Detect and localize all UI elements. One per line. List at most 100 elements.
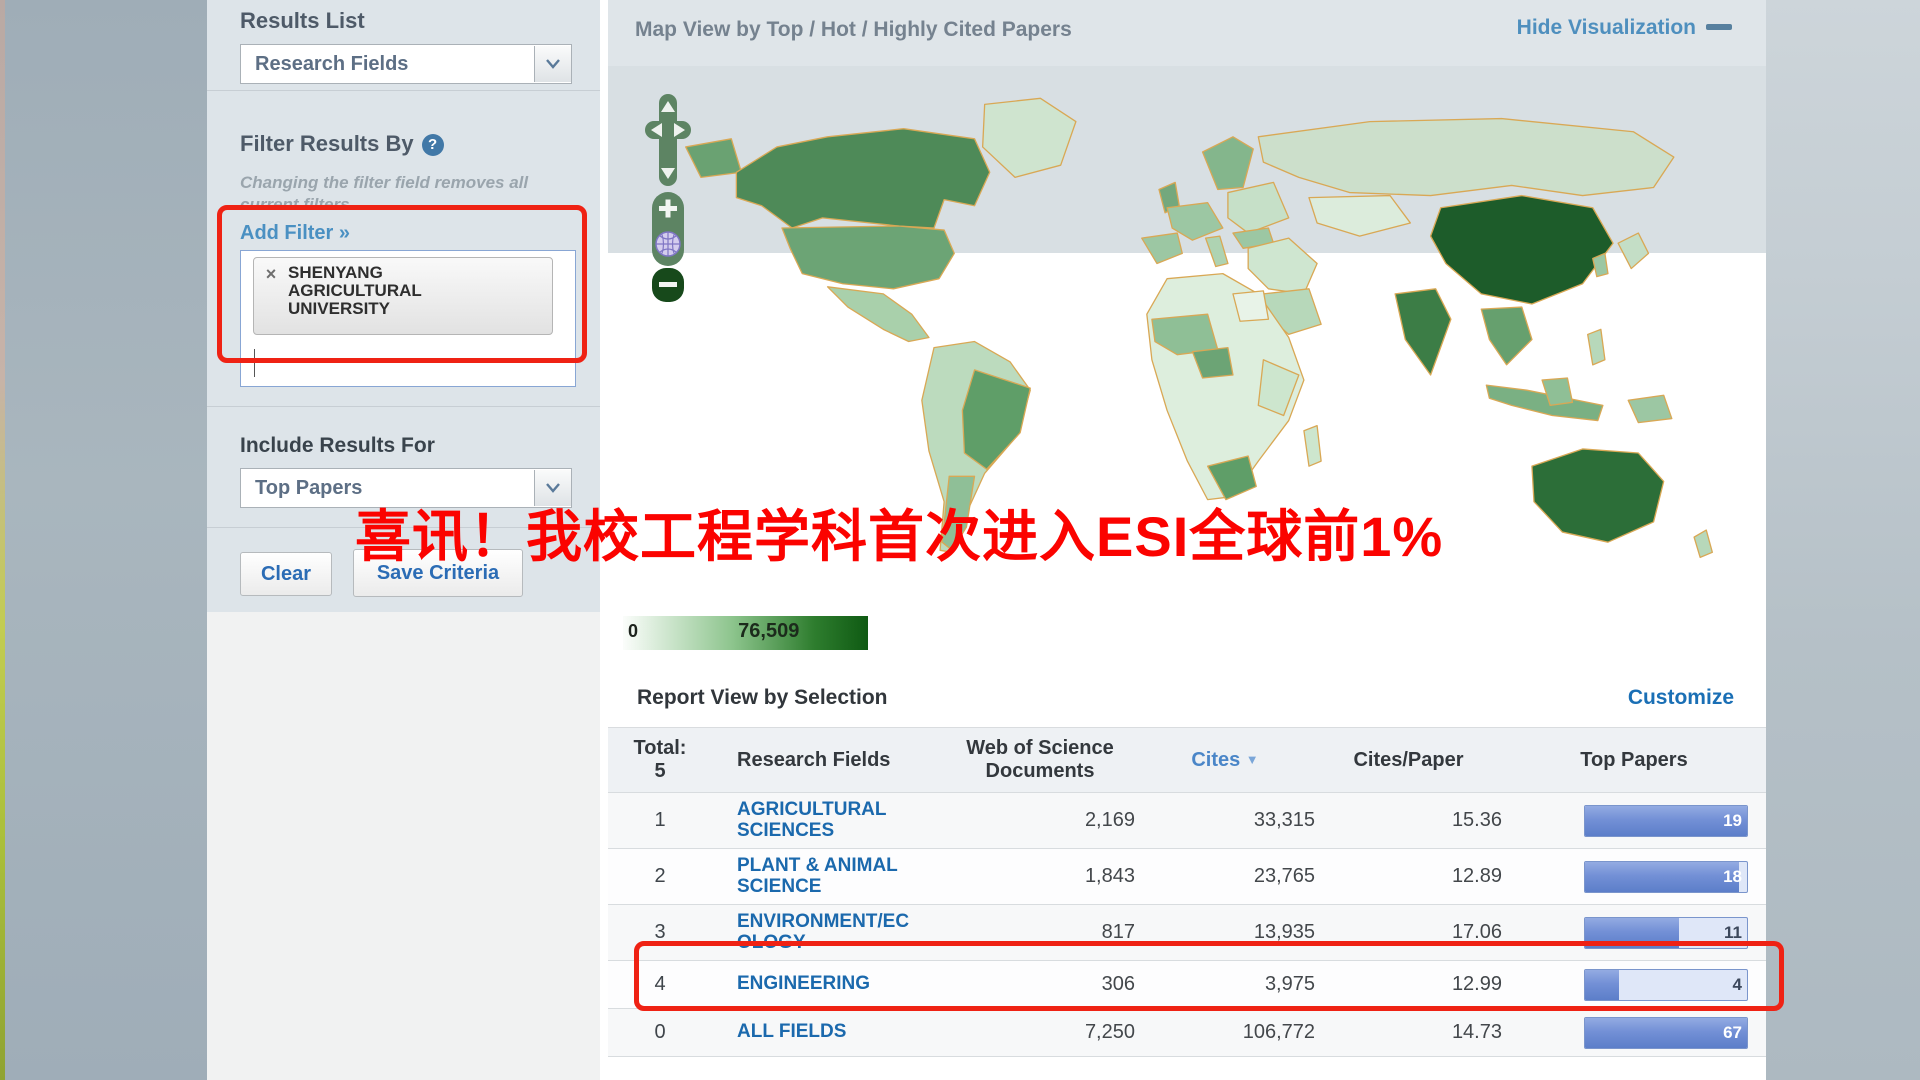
table-row: 0 ALL FIELDS 7,250 106,772 14.73 67 [608,1009,1766,1057]
wos-docs-value: 1,843 [945,865,1135,888]
bar-fill [1585,970,1619,1000]
filter-chip: × SHENYANG AGRICULTURAL UNIVERSITY [253,257,553,335]
report-view-title: Report View by Selection [637,686,888,710]
top-papers-value: 67 [1723,1023,1742,1043]
wos-docs-value: 7,250 [945,1021,1135,1044]
field-link[interactable]: PLANT & ANIMAL SCIENCE [737,856,912,898]
text-cursor [254,349,255,377]
top-papers-value: 19 [1723,811,1742,831]
results-list-dropdown[interactable]: Research Fields [240,44,572,84]
filter-results-title: Filter Results By? [240,131,444,157]
top-papers-value: 4 [1733,975,1742,995]
save-criteria-button[interactable]: Save Criteria [353,549,523,597]
col-header-research-fields: Research Fields [712,749,945,772]
hide-visualization-label: Hide Visualization [1517,16,1696,39]
zoom-out-icon [659,282,677,287]
cites-value: 13,935 [1135,921,1315,944]
hide-visualization-link[interactable]: Hide Visualization [1517,16,1732,40]
bar-fill [1585,918,1679,948]
cites-value: 33,315 [1135,809,1315,832]
row-rank: 0 [608,1021,712,1044]
include-results-title: Include Results For [240,434,435,458]
top-papers-bar: 19 [1584,805,1748,837]
map-header-bar: Map View by Top / Hot / Highly Cited Pap… [608,0,1766,66]
sort-desc-icon: ▼ [1246,752,1259,767]
field-link[interactable]: ENVIRONMENT/ECOLOGY [737,912,912,954]
customize-link[interactable]: Customize [1628,686,1734,710]
total-value: 5 [608,760,712,783]
wos-docs-value: 2,169 [945,809,1135,832]
total-label: Total: [608,737,712,760]
world-choropleth-map[interactable] [640,76,1755,603]
top-papers-bar: 18 [1584,861,1748,893]
add-filter-link[interactable]: Add Filter » [240,222,350,245]
cites-per-paper-value: 17.06 [1315,921,1502,944]
divider [207,527,600,528]
cites-value: 3,975 [1135,973,1315,996]
help-icon[interactable]: ? [422,134,444,156]
desktop-background-left [0,0,207,1080]
top-papers-value: 18 [1723,867,1742,887]
field-link[interactable]: ENGINEERING [737,974,870,995]
filter-chip-label: SHENYANG AGRICULTURAL UNIVERSITY [288,264,518,318]
row-rank: 2 [608,865,712,888]
cites-label: Cites [1191,749,1240,771]
top-papers-bar: 67 [1584,1017,1748,1049]
filter-input-box[interactable]: × SHENYANG AGRICULTURAL UNIVERSITY [240,250,576,387]
field-link[interactable]: ALL FIELDS [737,1022,846,1043]
cites-per-paper-value: 14.73 [1315,1021,1502,1044]
legend-max-label: 76,509 [738,620,799,643]
field-link[interactable]: AGRICULTURAL SCIENCES [737,800,912,842]
col-header-wos-documents: Web of Science Documents [945,737,1135,783]
divider [207,90,600,91]
include-results-dropdown[interactable]: Top Papers [240,468,572,508]
minus-icon [1706,24,1732,30]
map-pan-control[interactable] [645,94,691,186]
divider [207,406,600,407]
report-table: Total: 5 Research Fields Web of Science … [608,728,1766,1057]
cites-per-paper-value: 12.99 [1315,973,1502,996]
desktop-background-right [1766,0,1920,1080]
table-row: 1 AGRICULTURAL SCIENCES 2,169 33,315 15.… [608,793,1766,849]
report-header-bar: Report View by Selection Customize [608,672,1766,728]
zoom-in-icon [666,200,671,218]
remove-filter-icon[interactable]: × [254,264,288,284]
cites-value: 106,772 [1135,1021,1315,1044]
col-header-cites-per-paper: Cites/Paper [1315,749,1502,772]
filter-results-title-text: Filter Results By [240,131,414,156]
include-results-dropdown-value: Top Papers [241,477,534,500]
table-row-engineering: 4 ENGINEERING 306 3,975 12.99 4 [608,961,1766,1009]
col-header-cites[interactable]: Cites ▼ [1135,749,1315,772]
row-rank: 4 [608,973,712,996]
map-zoom-control[interactable] [651,192,685,302]
chevron-down-icon[interactable] [534,46,571,82]
results-list-title: Results List [240,8,365,34]
filter-note: Changing the filter field removes all cu… [240,172,540,216]
col-header-top-papers: Top Papers [1502,749,1766,772]
table-row: 3 ENVIRONMENT/ECOLOGY 817 13,935 17.06 1… [608,905,1766,961]
top-papers-bar: 11 [1584,917,1748,949]
map-visualization [608,66,1766,612]
legend-min-label: 0 [628,621,638,642]
table-header-row: Total: 5 Research Fields Web of Science … [608,728,1766,793]
cites-per-paper-value: 15.36 [1315,809,1502,832]
map-view-title: Map View by Top / Hot / Highly Cited Pap… [635,18,1072,42]
sidebar: Results List Research Fields Filter Resu… [207,0,600,1080]
wos-docs-value: 306 [945,973,1135,996]
esi-app-screen: Results List Research Fields Filter Resu… [0,0,1920,1080]
chevron-down-icon[interactable] [534,470,571,506]
clear-button[interactable]: Clear [240,552,332,596]
desktop-edge-sliver [0,0,5,1080]
wos-docs-value: 817 [945,921,1135,944]
top-papers-bar: 4 [1584,969,1748,1001]
row-rank: 1 [608,809,712,832]
top-papers-value: 11 [1724,923,1742,943]
table-row: 2 PLANT & ANIMAL SCIENCE 1,843 23,765 12… [608,849,1766,905]
bar-fill [1585,862,1739,892]
results-list-dropdown-value: Research Fields [241,53,534,76]
cites-value: 23,765 [1135,865,1315,888]
total-count: Total: 5 [608,737,712,783]
row-rank: 3 [608,921,712,944]
cites-per-paper-value: 12.89 [1315,865,1502,888]
panel-gap [600,0,608,1080]
